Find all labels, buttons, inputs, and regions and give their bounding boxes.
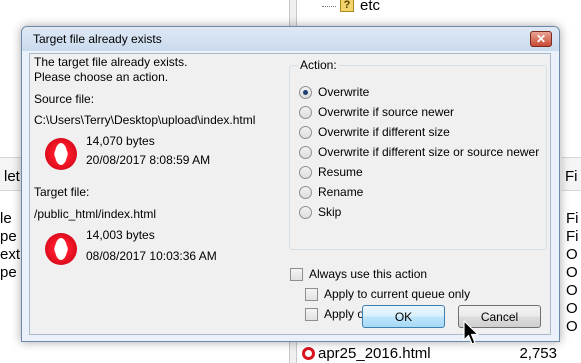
always-use-checkbox[interactable]: Always use this action: [290, 266, 427, 282]
tree-item-etc[interactable]: ? etc: [340, 0, 381, 14]
right-list-column: Fi Fi O O O O O: [566, 210, 581, 336]
checkbox[interactable]: [305, 287, 318, 301]
opera-icon: [45, 138, 77, 170]
header-label: let: [4, 168, 20, 185]
radio-overwrite-if-newer[interactable]: Overwrite if source newer: [299, 104, 454, 120]
dialog-titlebar[interactable]: Target file already exists ✕: [22, 27, 559, 51]
apply-queue-checkbox[interactable]: Apply to current queue only: [305, 286, 470, 302]
checkbox[interactable]: [290, 267, 303, 281]
source-file-size: 14,070 bytes: [86, 134, 155, 148]
target-file-path: /public_html/index.html: [34, 207, 157, 221]
source-file-date: 20/08/2017 8:08:59 AM: [86, 153, 211, 167]
target-file-size: 14,003 bytes: [86, 228, 155, 242]
checkbox[interactable]: [305, 307, 318, 321]
file-size: 2,753: [519, 344, 557, 362]
target-file-label: Target file:: [34, 185, 90, 199]
radio-button[interactable]: [299, 125, 312, 139]
radio-button[interactable]: [299, 165, 312, 179]
close-icon: ✕: [535, 32, 547, 46]
mouse-cursor-icon: [463, 320, 479, 345]
radio-rename[interactable]: Rename: [299, 184, 363, 200]
dialog-body: The target file already exists. Please c…: [29, 53, 551, 335]
radio-button[interactable]: [299, 85, 312, 99]
radio-button[interactable]: [299, 185, 312, 199]
opera-file-icon: [302, 346, 315, 360]
file-name: apr25_2016.html: [318, 344, 431, 362]
dialog-title: Target file already exists: [33, 32, 162, 46]
header-label: Fi: [565, 168, 578, 185]
table-row[interactable]: apr25_2016.html 2,753: [298, 343, 581, 363]
source-file-path: C:\Users\Terry\Desktop\upload\index.html: [34, 113, 256, 127]
action-group: Action: Overwrite Overwrite if source ne…: [289, 58, 547, 250]
checkbox-label: Apply to current queue only: [324, 287, 471, 301]
list-cell[interactable]: Fi: [566, 228, 581, 246]
radio-overwrite-if-different-size[interactable]: Overwrite if different size: [299, 124, 450, 140]
radio-overwrite-if-different-size-or-newer[interactable]: Overwrite if different size or source ne…: [299, 144, 539, 160]
list-cell[interactable]: O: [566, 282, 581, 300]
radio-label: Rename: [318, 185, 364, 199]
radio-resume[interactable]: Resume: [299, 164, 363, 180]
tree-item-label: etc: [360, 0, 381, 14]
radio-label: Overwrite if different size or source ne…: [318, 145, 540, 159]
radio-button[interactable]: [299, 145, 312, 159]
radio-skip[interactable]: Skip: [299, 204, 341, 220]
list-cell[interactable]: O: [566, 246, 581, 264]
list-cell[interactable]: O: [566, 300, 581, 318]
close-button[interactable]: ✕: [530, 31, 552, 47]
checkbox-label: Always use this action: [309, 267, 428, 281]
right-list-header[interactable]: Fi: [562, 157, 581, 191]
radio-label: Resume: [318, 165, 363, 179]
message-line-1: The target file already exists.: [34, 55, 188, 69]
radio-button[interactable]: [299, 105, 312, 119]
unknown-folder-icon: ?: [340, 0, 354, 12]
radio-label: Overwrite: [318, 85, 370, 99]
target-file-date: 08/08/2017 10:03:36 AM: [86, 249, 217, 263]
file-exists-dialog: Target file already exists ✕ The target …: [21, 26, 560, 342]
radio-label: Overwrite if source newer: [318, 105, 455, 119]
list-cell[interactable]: O: [566, 264, 581, 282]
list-cell[interactable]: O: [566, 318, 581, 336]
tree-connector: [322, 6, 336, 7]
radio-button[interactable]: [299, 205, 312, 219]
message-line-2: Please choose an action.: [34, 70, 169, 84]
radio-label: Skip: [318, 205, 342, 219]
source-file-label: Source file:: [34, 92, 95, 106]
radio-overwrite[interactable]: Overwrite: [299, 84, 369, 100]
action-group-label: Action:: [298, 58, 339, 72]
opera-icon: [45, 233, 77, 265]
ok-button[interactable]: OK: [362, 305, 445, 328]
list-cell[interactable]: Fi: [566, 210, 581, 228]
radio-label: Overwrite if different size: [318, 125, 450, 139]
